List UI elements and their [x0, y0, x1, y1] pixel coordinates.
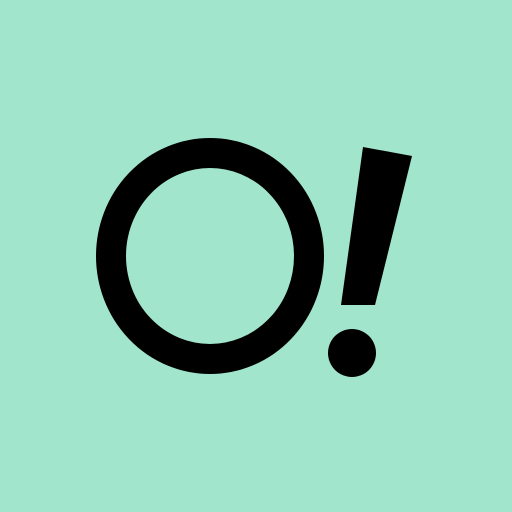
exclamation-mark: [328, 147, 412, 377]
letter-o-mark: [96, 138, 324, 374]
app-icon: [0, 0, 512, 512]
o-exclamation-logo: [96, 138, 412, 377]
